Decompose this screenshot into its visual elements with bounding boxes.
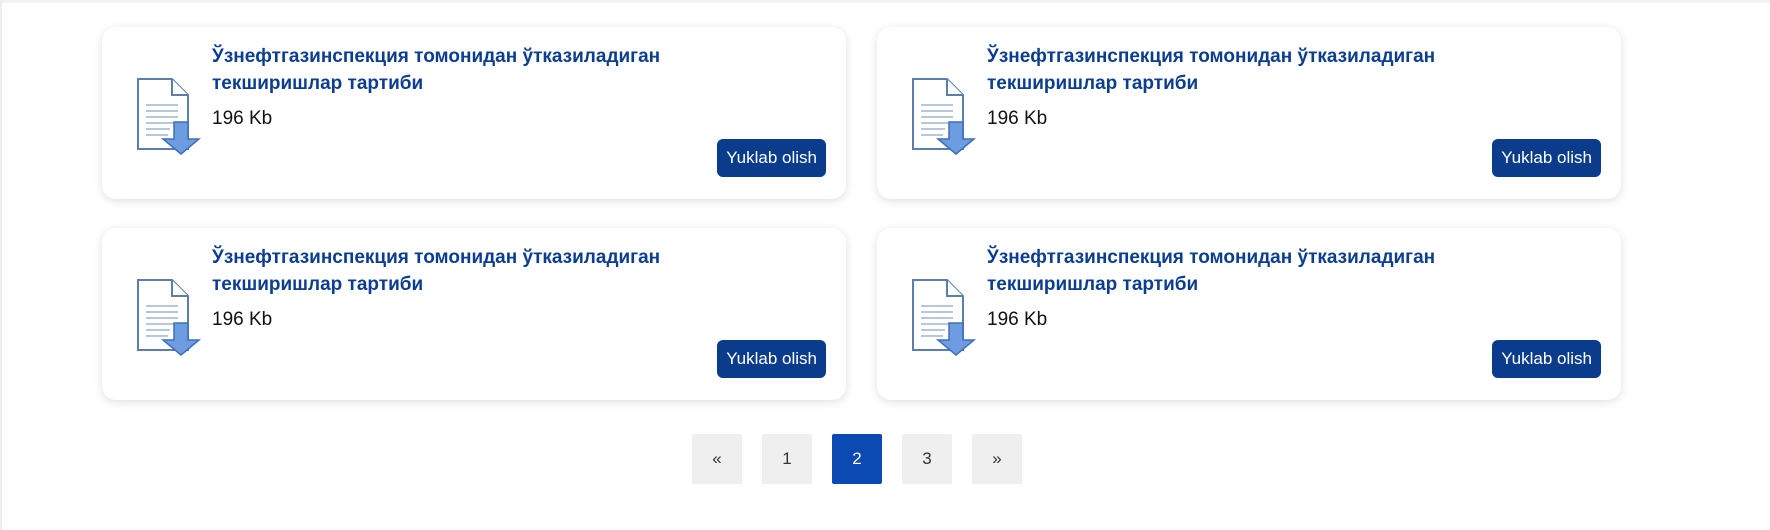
document-download-icon <box>912 78 977 155</box>
file-size: 196 Kb <box>212 108 273 129</box>
download-button[interactable]: Yuklab olish <box>717 340 826 378</box>
document-card: Ўзнефтгазинспекция томонидан ўтказиладиг… <box>877 228 1621 400</box>
document-title[interactable]: Ўзнефтгазинспекция томонидан ўтказиладиг… <box>987 244 1507 298</box>
pagination-page-3[interactable]: 3 <box>902 434 952 484</box>
top-divider <box>0 0 1770 3</box>
download-button[interactable]: Yuklab olish <box>1492 340 1601 378</box>
document-card: Ўзнефтгазинспекция томонидан ўтказиладиг… <box>102 27 846 199</box>
document-title[interactable]: Ўзнефтгазинспекция томонидан ўтказиладиг… <box>212 43 732 97</box>
document-download-icon <box>137 279 202 356</box>
document-card: Ўзнефтгазинспекция томонидан ўтказиладиг… <box>102 228 846 400</box>
document-title[interactable]: Ўзнефтгазинспекция томонидан ўтказиладиг… <box>987 43 1507 97</box>
document-card: Ўзнефтгазинспекция томонидан ўтказиладиг… <box>877 27 1621 199</box>
pagination-next-button[interactable]: » <box>972 434 1022 484</box>
document-download-icon <box>912 279 977 356</box>
left-border <box>0 0 2 530</box>
pagination: « 1 2 3 » <box>692 434 1042 484</box>
pagination-page-2-current[interactable]: 2 <box>832 434 882 484</box>
download-button[interactable]: Yuklab olish <box>717 139 826 177</box>
pagination-prev-button[interactable]: « <box>692 434 742 484</box>
download-button[interactable]: Yuklab olish <box>1492 139 1601 177</box>
file-size: 196 Kb <box>987 309 1048 330</box>
document-title[interactable]: Ўзнефтгазинспекция томонидан ўтказиладиг… <box>212 244 732 298</box>
document-download-icon <box>137 78 202 155</box>
file-size: 196 Kb <box>987 108 1048 129</box>
file-size: 196 Kb <box>212 309 273 330</box>
documents-page: Ўзнефтгазинспекция томонидан ўтказиладиг… <box>0 0 1770 530</box>
pagination-page-1[interactable]: 1 <box>762 434 812 484</box>
